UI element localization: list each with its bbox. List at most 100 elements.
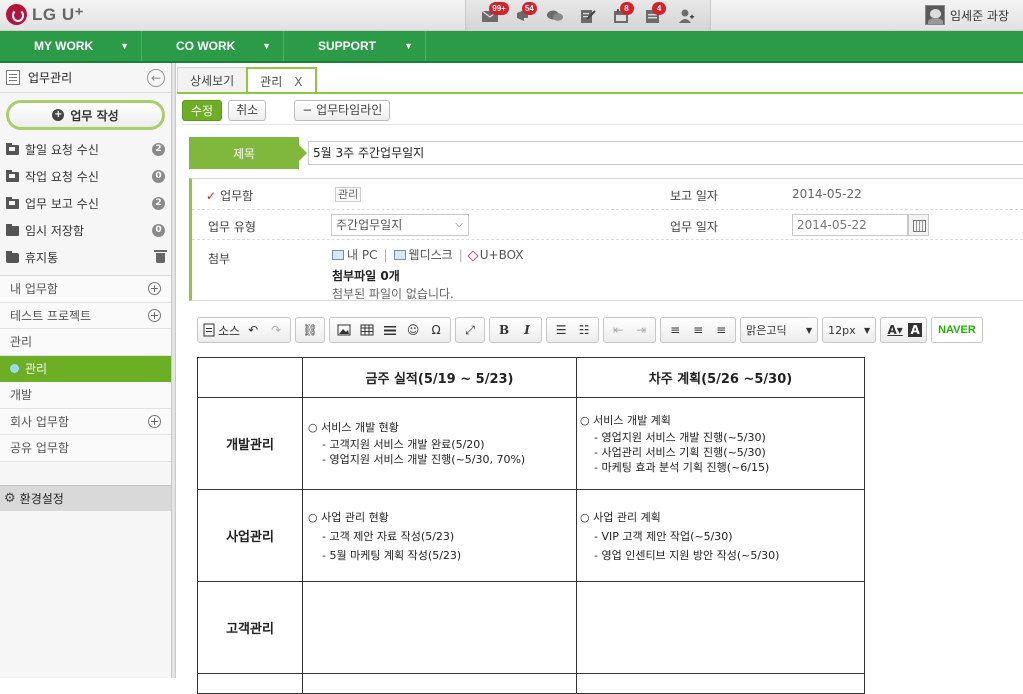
work-type-select[interactable]: 주간업무일지 ⌵ xyxy=(331,214,469,236)
sidebar-item-test-project[interactable]: 테스트 프로젝트 + xyxy=(0,302,171,329)
timeline-button[interactable]: − 업무타임라인 xyxy=(294,100,391,121)
fullscreen-icon[interactable]: ⤢ xyxy=(460,320,480,340)
sidebar-item-label: 테스트 프로젝트 xyxy=(10,308,92,323)
nav-co-work[interactable]: CO WORK ▼ xyxy=(142,31,284,61)
trash-icon[interactable] xyxy=(154,249,167,263)
table-cell[interactable] xyxy=(576,673,865,694)
font-family-select[interactable]: 맑은고딕 ▼ xyxy=(740,317,819,343)
naver-button[interactable]: NAVER xyxy=(931,317,983,343)
attach-webdisk[interactable]: 웹디스크 xyxy=(393,246,453,263)
trash-folder-icon xyxy=(6,250,19,263)
horizontal-rule-icon[interactable] xyxy=(380,320,400,340)
settings-button[interactable]: ⚙ 환경설정 xyxy=(0,485,171,511)
link-icon[interactable]: ⛓ xyxy=(300,320,320,340)
nav-my-work[interactable]: MY WORK ▼ xyxy=(0,31,142,61)
italic-icon[interactable]: I xyxy=(517,320,537,340)
font-size-select[interactable]: 12px ▼ xyxy=(822,317,877,343)
undo-icon[interactable]: ↶ xyxy=(243,320,263,340)
sidebar-item-trash[interactable]: 휴지통 xyxy=(0,244,171,271)
source-button[interactable]: 소스 xyxy=(202,320,240,340)
notice-icon[interactable]: 54 xyxy=(512,1,537,27)
add-user-icon[interactable] xyxy=(675,5,697,27)
table-cell[interactable] xyxy=(197,673,303,694)
align-center-icon[interactable]: ≡ xyxy=(688,320,708,340)
table-cell[interactable]: ○ 서비스 개발 현황 - 고객지원 서비스 개발 완료(5/20) - 영업지… xyxy=(302,397,577,490)
plus-icon: + xyxy=(52,109,65,121)
attach-uplus-box[interactable]: U+BOX xyxy=(467,248,524,262)
edit-button[interactable]: 수정 xyxy=(182,100,223,121)
chat-icon[interactable] xyxy=(544,5,566,27)
align-left-icon[interactable]: ≡ xyxy=(665,320,685,340)
special-char-icon[interactable]: Ω xyxy=(426,320,446,340)
sidebar-item-shared-workbox[interactable]: 공유 업무함 xyxy=(0,435,171,462)
sidebar-item-development[interactable]: 개발 xyxy=(0,382,171,409)
report-icon[interactable] xyxy=(577,5,599,27)
tab-management[interactable]: 관리 X xyxy=(246,67,317,94)
outdent-icon[interactable]: ⇤ xyxy=(608,320,628,340)
count-badge: 0 xyxy=(152,224,165,237)
table-cell[interactable]: ○ 서비스 개발 계획 - 영업지원 서비스 개발 진행(~5/30) - 사업… xyxy=(576,397,865,490)
sidebar-item-work-requests[interactable]: 작업 요청 수신 0 xyxy=(0,163,171,190)
sidebar-item-my-workbox[interactable]: 내 업무함 + xyxy=(0,276,171,303)
sidebar-item-todo-requests[interactable]: 할일 요청 수신 2 xyxy=(0,136,171,163)
approval-badge: 4 xyxy=(652,1,667,15)
nav-support-label: SUPPORT xyxy=(318,39,377,53)
work-date-input[interactable]: 2014-05-22 xyxy=(792,214,908,236)
main-content: 상세보기 관리 X 수정 취소 − 업무타임라인 제목 5월 3주 주간업무일지… xyxy=(177,63,1023,694)
sidebar-item-label: 임시 저장함 xyxy=(25,224,85,238)
sidebar-item-company-workbox[interactable]: 회사 업무함 + xyxy=(0,408,171,435)
text-color-icon[interactable]: A▾ xyxy=(885,320,905,340)
table-cell[interactable]: ○ 사업 관리 계획 - VIP 고객 제안 작업(~5/30) - 영업 인센… xyxy=(576,489,865,582)
sidebar-item-report-received[interactable]: 업무 보고 수신 2 xyxy=(0,190,171,217)
cancel-button[interactable]: 취소 xyxy=(228,100,267,121)
lg-uplus-logo[interactable]: LG U⁺ xyxy=(6,4,84,25)
bold-icon[interactable]: B xyxy=(494,320,514,340)
ordered-list-icon[interactable]: ☰ xyxy=(551,320,571,340)
nav-support[interactable]: SUPPORT ▼ xyxy=(284,31,426,61)
cell-line: - 영업지원 서비스 개발 진행(~5/30) xyxy=(594,430,766,444)
toolbar-group-insert: ☺ Ω xyxy=(329,317,452,343)
table-cell[interactable] xyxy=(302,581,577,674)
bg-color-icon[interactable]: A xyxy=(908,323,923,337)
mail-icon[interactable]: 99+ xyxy=(479,1,509,27)
table-cell[interactable] xyxy=(302,673,577,694)
add-circle-icon[interactable]: + xyxy=(148,414,161,428)
sidebar-item-management-active[interactable]: 관리 xyxy=(0,355,171,382)
table-cell[interactable] xyxy=(576,581,865,674)
add-circle-icon[interactable]: + xyxy=(148,308,161,322)
cell-heading: ○ 사업 관리 현황 xyxy=(308,511,389,524)
row-worktype-work-date: 업무 유형 주간업무일지 ⌵ 업무 일자 2014-05-22 xyxy=(192,210,1023,240)
write-task-button[interactable]: + 업무 작성 xyxy=(6,100,165,130)
schedule-icon[interactable]: 8 xyxy=(610,1,634,27)
row-attachment: 첨부 내 PC | 웹디스크 | U+BOX 첨부파일 0개 첨부된 파일이 없… xyxy=(192,240,1023,302)
table-icon[interactable] xyxy=(357,320,377,340)
user-menu[interactable]: 임세준 과장 xyxy=(924,5,1009,25)
report-date-value: 2014-05-22 xyxy=(792,187,862,201)
redo-icon[interactable]: ↷ xyxy=(266,320,286,340)
calendar-icon[interactable] xyxy=(908,214,929,236)
sidebar-item-management[interactable]: 관리 xyxy=(0,329,171,356)
title-input[interactable]: 5월 3주 주간업무일지 xyxy=(308,141,1023,165)
emoticon-icon[interactable]: ☺ xyxy=(403,320,423,340)
attach-my-pc[interactable]: 내 PC xyxy=(332,246,377,263)
sidebar-item-label: 할일 요청 수신 xyxy=(25,143,99,157)
table-cell[interactable]: ○ 사업 관리 현황 - 고객 제안 자료 작성(5/23) - 5월 마케팅 … xyxy=(302,489,577,582)
image-icon[interactable] xyxy=(334,320,354,340)
tab-underline xyxy=(177,92,1023,94)
sidebar-item-label: 개발 xyxy=(10,388,33,403)
sidebar-item-drafts[interactable]: 임시 저장함 0 xyxy=(0,217,171,244)
sidebar-item-label: 회사 업무함 xyxy=(10,414,70,429)
sidebar-splitter[interactable] xyxy=(172,63,176,678)
font-size-value: 12px xyxy=(828,323,856,337)
add-circle-icon[interactable]: + xyxy=(148,282,161,296)
approval-icon[interactable]: 4 xyxy=(642,1,667,27)
weekly-report-table[interactable]: 금주 실적(5/19 ~ 5/23) 차주 계획(5/26 ~5/30) 개발관… xyxy=(197,357,865,694)
sidebar-item-label: 휴지통 xyxy=(25,251,59,265)
bullet-list-icon[interactable]: ☷ xyxy=(574,320,594,340)
indent-icon[interactable]: ⇥ xyxy=(631,320,651,340)
align-right-icon[interactable]: ≡ xyxy=(711,320,731,340)
tab-detail-view[interactable]: 상세보기 xyxy=(177,67,248,93)
cell-content: ○ 서비스 개발 계획 - 영업지원 서비스 개발 진행(~5/30) - 사업… xyxy=(577,413,864,475)
close-tab-icon[interactable]: X xyxy=(294,75,302,89)
collapse-sidebar-icon[interactable]: ← xyxy=(147,68,165,87)
